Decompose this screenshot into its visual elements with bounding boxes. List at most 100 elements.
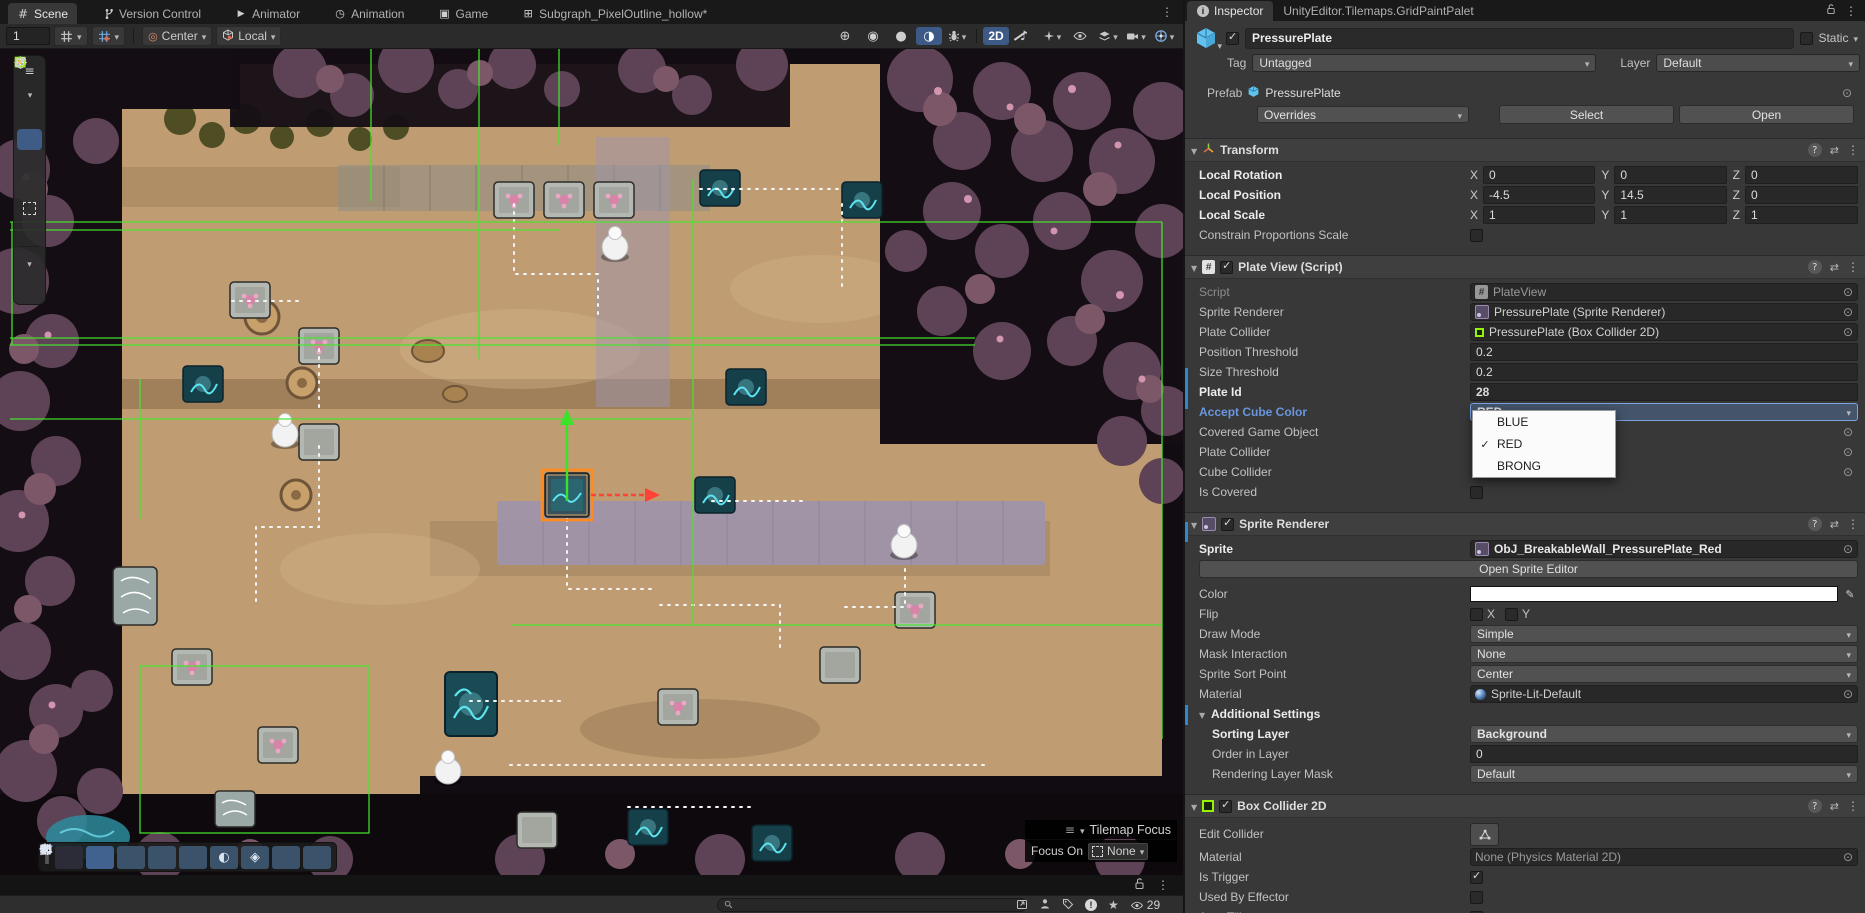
hand-tool[interactable] <box>17 106 42 127</box>
more-icon[interactable] <box>1847 260 1859 274</box>
preset-icon[interactable] <box>1830 799 1839 813</box>
tab-inspector[interactable]: Inspector <box>1187 1 1273 21</box>
foldout-icon[interactable] <box>1191 517 1197 531</box>
used-by-effector-checkbox[interactable] <box>1470 891 1483 904</box>
box-collider-header[interactable]: Box Collider 2D <box>1185 794 1865 818</box>
physics-material-field[interactable]: None (Physics Material 2D) <box>1470 848 1858 866</box>
rotate-tool[interactable] <box>17 152 42 173</box>
focus-on-dropdown[interactable]: None <box>1088 843 1148 860</box>
layer-dropdown[interactable]: Default <box>1656 54 1860 72</box>
unlock-icon[interactable] <box>1134 877 1145 893</box>
object-picker-icon[interactable] <box>1843 687 1853 701</box>
more-icon[interactable] <box>1847 517 1859 531</box>
scale-tool[interactable] <box>17 175 42 196</box>
select-box-tool[interactable] <box>117 846 145 869</box>
grid-visibility-button[interactable] <box>92 26 126 46</box>
audio-mute-toggle[interactable]: ♪ <box>1011 27 1037 45</box>
scene-canvas[interactable] <box>0 49 1183 875</box>
component-enabled-checkbox[interactable] <box>1221 518 1234 531</box>
object-picker-icon[interactable] <box>1843 305 1853 319</box>
gameobject-name-field[interactable]: PressurePlate <box>1245 28 1794 49</box>
flip-x-checkbox[interactable] <box>1470 608 1483 621</box>
diamond-brush-tool[interactable]: ◈ <box>241 846 269 869</box>
overlay-handle-icon[interactable] <box>1065 823 1075 837</box>
material-object-field[interactable]: Sprite-Lit-Default <box>1470 685 1858 703</box>
inspector-menu-icon[interactable] <box>1845 4 1857 18</box>
tab-scene[interactable]: Scene <box>8 3 77 24</box>
script-object-field[interactable]: PlateView <box>1470 283 1858 301</box>
draw-mode-dropdown[interactable]: Simple <box>1470 625 1858 643</box>
position-y-field[interactable]: 14.5 <box>1614 186 1726 204</box>
color-swatch[interactable] <box>1470 586 1838 602</box>
help-icon[interactable] <box>1808 517 1822 531</box>
mask-interaction-dropdown[interactable]: None <box>1470 645 1858 663</box>
component-enabled-checkbox[interactable] <box>1220 261 1233 274</box>
gizmos-dropdown[interactable] <box>1151 27 1177 45</box>
pivot-mode-dropdown[interactable]: ◎ Center <box>142 26 212 46</box>
foldout-icon[interactable] <box>1191 799 1197 813</box>
move-selection-tool[interactable] <box>86 846 114 869</box>
static-dropdown-icon[interactable] <box>1853 31 1858 45</box>
additional-settings-row[interactable]: Additional Settings <box>1185 704 1865 724</box>
more-icon[interactable] <box>1847 799 1859 813</box>
tab-animation[interactable]: Animation <box>325 3 413 24</box>
orientation-mode-dropdown[interactable]: Local <box>216 26 281 46</box>
plate-collider-object-field[interactable]: PressurePlate (Box Collider 2D) <box>1470 323 1858 341</box>
sprite-sort-point-dropdown[interactable]: Center <box>1470 665 1858 683</box>
order-in-layer-field[interactable]: 0 <box>1470 745 1858 763</box>
rotation-z-field[interactable]: 0 <box>1745 166 1858 184</box>
rotation-x-field[interactable]: 0 <box>1483 166 1595 184</box>
tag-dropdown[interactable]: Untagged <box>1252 54 1596 72</box>
component-enabled-checkbox[interactable] <box>1219 800 1232 813</box>
transform-header[interactable]: Transform <box>1185 138 1865 162</box>
sprite-object-field[interactable]: ObJ_BreakableWall_PressurePlate_Red <box>1470 540 1858 558</box>
overlay-collapse-icon[interactable] <box>1080 823 1085 837</box>
search-input[interactable] <box>737 899 1020 912</box>
eyedropper-icon[interactable] <box>1842 587 1858 601</box>
position-x-field[interactable]: -4.5 <box>1483 186 1595 204</box>
object-picker-icon[interactable] <box>1843 542 1853 556</box>
sprite-renderer-header[interactable]: Sprite Renderer <box>1185 512 1865 536</box>
sprite-renderer-object-field[interactable]: PressurePlate (Sprite Renderer) <box>1470 303 1858 321</box>
shuffle-tool[interactable] <box>55 846 83 869</box>
more-icon[interactable] <box>1847 143 1859 157</box>
object-picker-icon[interactable] <box>1843 285 1853 299</box>
tile-palette-tool[interactable] <box>17 251 42 277</box>
option-blue[interactable]: BLUE <box>1473 411 1615 433</box>
active-checkbox[interactable] <box>1226 32 1239 45</box>
help-icon[interactable] <box>1808 143 1822 157</box>
plate-id-field[interactable]: 28 <box>1470 383 1858 401</box>
lock-icon[interactable] <box>1826 3 1836 18</box>
tag-icon[interactable] <box>1062 898 1074 913</box>
bone-tool[interactable] <box>17 279 42 300</box>
zoom-tool[interactable] <box>272 846 300 869</box>
is-trigger-checkbox[interactable] <box>1470 871 1483 884</box>
grid-toggle-tool[interactable] <box>179 846 207 869</box>
wireframe-mode-icon[interactable]: ◉ <box>860 27 886 45</box>
position-z-field[interactable]: 0 <box>1745 186 1858 204</box>
object-picker-icon[interactable] <box>1843 445 1853 459</box>
option-brong[interactable]: BRONG <box>1473 455 1615 477</box>
object-picker-icon[interactable] <box>1843 425 1853 439</box>
prefab-picker-icon[interactable] <box>1842 86 1852 100</box>
layers-dropdown[interactable] <box>1095 27 1121 45</box>
help-icon[interactable] <box>1808 799 1822 813</box>
help-icon[interactable] <box>1808 260 1822 274</box>
scene-pane-menu-icon[interactable] <box>1161 5 1173 19</box>
foldout-icon[interactable] <box>1191 143 1197 157</box>
scale-x-field[interactable]: 1 <box>1483 206 1595 224</box>
constrain-proportions-checkbox[interactable] <box>1470 229 1483 242</box>
tab-grid-paint-palette[interactable]: UnityEditor.Tilemaps.GridPaintPalet <box>1273 1 1483 21</box>
visibility-counter[interactable]: 29 <box>1130 898 1160 912</box>
is-covered-checkbox[interactable] <box>1470 486 1483 499</box>
preset-icon[interactable] <box>1830 260 1839 274</box>
option-red[interactable]: ✓ RED <box>1473 433 1615 455</box>
open-sprite-editor-button[interactable]: Open Sprite Editor <box>1199 560 1858 578</box>
moon-tool[interactable]: ◐ <box>210 846 238 869</box>
preset-icon[interactable] <box>1830 143 1839 157</box>
favorites-icon[interactable] <box>1108 898 1119 912</box>
shaded-mode-icon[interactable]: ⊕ <box>832 27 858 45</box>
foldout-icon[interactable] <box>1199 707 1211 721</box>
flip-y-checkbox[interactable] <box>1505 608 1518 621</box>
grid-snap-button[interactable] <box>54 26 88 46</box>
